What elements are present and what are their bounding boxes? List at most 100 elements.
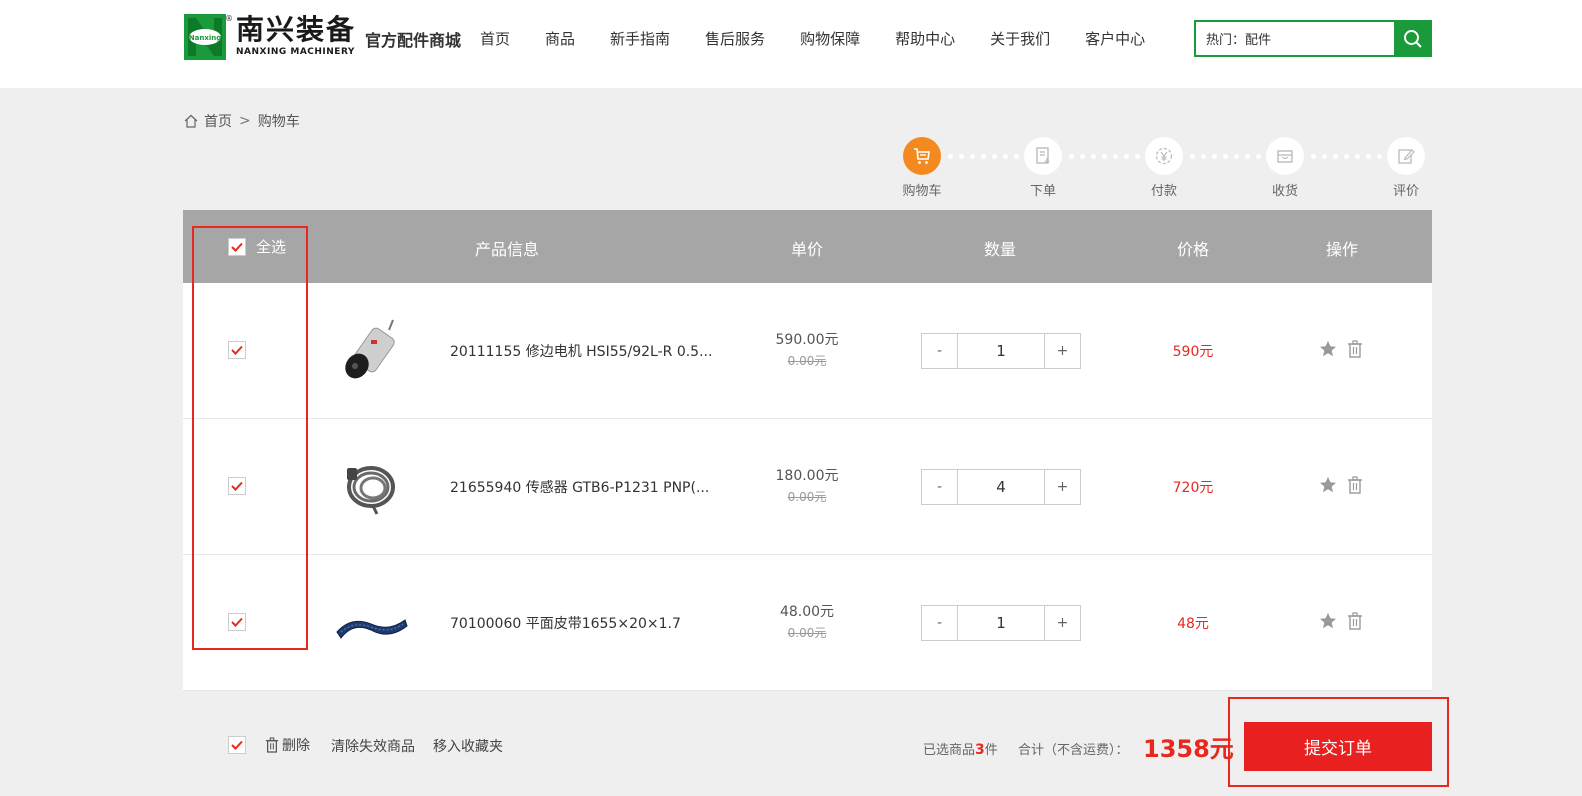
delete-selected-button[interactable]: 删除 [265,735,310,755]
cart-footer-bar: 删除 清除失效商品 移入收藏夹 已选商品3件 合计（不含运费）： 1358元 提… [183,712,1432,782]
move-to-favorites-button[interactable]: 移入收藏夹 [433,736,503,756]
total-amount: 1358元 [1143,735,1234,763]
step-label: 下单 [1029,184,1056,199]
trash-icon [265,737,279,753]
cart-item-row: 70100060 平面皮带1655×20×1.7 48.00元 0.00元 - … [183,555,1432,691]
search-input[interactable] [1196,22,1396,55]
cart-item-row: 21655940 传感器 GTB6-P1231 PNP(... 180.00元 … [183,419,1432,555]
original-price: 0.00元 [787,354,827,368]
nav-after-sales[interactable]: 售后服务 [705,28,765,49]
line-total: 48元 [1177,616,1209,632]
clear-invalid-button[interactable]: 清除失效商品 [331,736,415,756]
delete-button[interactable] [1347,612,1363,630]
footer-select-all-checkbox[interactable] [228,736,246,754]
step-payment: 付款 [1144,137,1184,199]
qty-minus-button[interactable]: - [922,606,957,640]
header-quantity: 数量 [984,240,1017,259]
header-price: 价格 [1177,240,1210,259]
mall-title: 官方配件商城 [365,31,462,50]
star-icon [1320,613,1336,629]
delete-button[interactable] [1347,476,1363,494]
selected-count-text: 已选商品3件 [923,742,998,758]
unit-price: 180.00元 0.00元 [743,465,871,505]
step-review: 评价 [1386,137,1426,199]
trash-icon [1348,612,1362,630]
total-label: 合计（不含运费）： [1018,743,1129,758]
delete-button[interactable] [1347,340,1363,358]
registered-mark: ® [225,14,233,23]
row-actions [1319,340,1363,358]
nav-customer-center[interactable]: 客户中心 [1085,28,1145,49]
star-icon [1320,477,1336,493]
trash-icon [1348,476,1362,494]
current-price: 590.00元 [775,332,839,348]
logo-english-name: NANXING MACHINERY [236,47,355,57]
qty-plus-button[interactable]: + [1045,334,1080,368]
favorite-button[interactable] [1319,612,1337,630]
cart-table: 全选 产品信息 单价 数量 价格 操作 20111155 修边电机 HSI55/… [183,210,1432,691]
breadcrumb-current: 购物车 [257,114,300,130]
product-image-belt[interactable] [333,588,409,658]
breadcrumb-separator: > [239,113,251,129]
checkmark-icon [231,740,243,750]
selected-count: 3 [975,742,985,758]
edit-icon [1398,149,1415,164]
select-all-label: 全选 [256,238,287,256]
product-name[interactable]: 20111155 修边电机 HSI55/92L-R 0.5... [450,341,712,361]
qty-minus-button[interactable]: - [922,470,957,504]
star-icon [1320,341,1336,357]
header-product-info: 产品信息 [475,240,540,259]
home-icon [184,114,198,128]
nav-products[interactable]: 商品 [545,28,575,49]
qty-input[interactable] [957,470,1045,504]
qty-plus-button[interactable]: + [1045,470,1080,504]
submit-order-button[interactable]: 提交订单 [1244,722,1432,771]
header-unit-price: 单价 [791,240,824,259]
nav-home[interactable]: 首页 [480,28,510,49]
step-cart: 购物车 [902,137,942,199]
current-price: 180.00元 [775,468,839,484]
main-nav: 首页 商品 新手指南 售后服务 购物保障 帮助中心 关于我们 客户中心 [480,28,1180,49]
step-label: 付款 [1150,184,1177,199]
quantity-stepper: - + [921,333,1081,369]
order-icon [1036,147,1050,164]
item-checkbox[interactable] [228,613,246,631]
product-name[interactable]: 21655940 传感器 GTB6-P1231 PNP(... [450,477,709,497]
cart-item-row: 20111155 修边电机 HSI55/92L-R 0.5... 590.00元… [183,283,1432,419]
quantity-stepper: - + [921,469,1081,505]
quantity-stepper: - + [921,605,1081,641]
product-image-motor[interactable] [333,316,409,386]
product-name[interactable]: 70100060 平面皮带1655×20×1.7 [450,613,681,633]
checkmark-icon [231,481,243,491]
nav-shopping-guarantee[interactable]: 购物保障 [800,28,860,49]
search-button[interactable] [1394,20,1432,57]
brand-logo[interactable]: Nanxing 南兴装备 NANXING MACHINERY [184,14,356,62]
nav-help-center[interactable]: 帮助中心 [895,28,955,49]
favorite-button[interactable] [1319,340,1337,358]
favorite-button[interactable] [1319,476,1337,494]
qty-minus-button[interactable]: - [922,334,957,368]
breadcrumb-home[interactable]: 首页 [204,111,232,131]
original-price: 0.00元 [787,626,827,640]
qty-input[interactable] [957,334,1045,368]
qty-plus-button[interactable]: + [1045,606,1080,640]
qty-input[interactable] [957,606,1045,640]
nav-beginner-guide[interactable]: 新手指南 [610,28,670,49]
delete-label: 删除 [282,738,310,754]
header-actions: 操作 [1326,240,1359,259]
step-label: 评价 [1392,184,1419,199]
unit-price: 590.00元 0.00元 [743,329,871,369]
select-all-checkbox[interactable] [228,237,246,256]
item-checkbox[interactable] [228,341,246,359]
logo-mark-icon: Nanxing [184,14,226,60]
step-order: 下单 [1023,137,1063,199]
site-header: Nanxing 南兴装备 NANXING MACHINERY ® 官方配件商城 … [0,0,1582,88]
breadcrumb: 首页 > 购物车 [184,111,300,131]
nav-about-us[interactable]: 关于我们 [990,28,1050,49]
item-checkbox[interactable] [228,477,246,495]
product-image-sensor[interactable] [333,452,409,522]
logo-chinese-name: 南兴装备 [236,13,357,46]
box-icon [1277,150,1293,163]
checkmark-icon [231,617,243,627]
step-receive: 收货 [1265,137,1305,199]
